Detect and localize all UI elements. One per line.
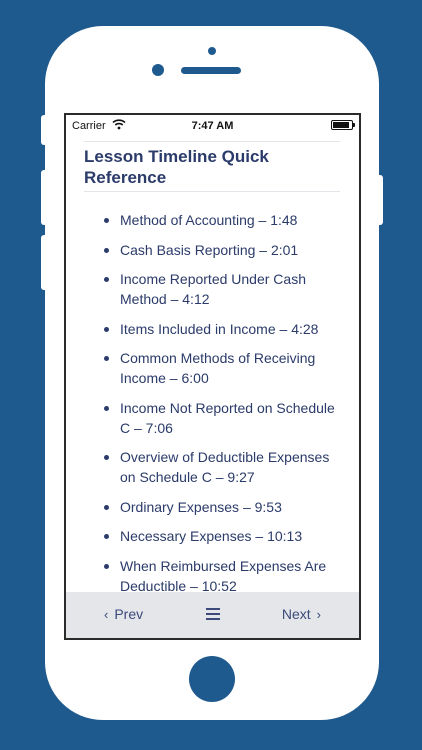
timeline-item-label: Overview of Deductible Expenses on Sched… [120, 449, 330, 485]
timeline-item-label: Method of Accounting – 1:48 [120, 212, 298, 228]
status-bar: Carrier 7:47 AM [66, 115, 359, 137]
battery-level [333, 122, 350, 128]
prev-button[interactable]: ‹ Prev [98, 606, 143, 622]
timeline-item-label: Income Not Reported on Schedule C – 7:06 [120, 399, 335, 436]
bullet-icon [104, 247, 109, 253]
hamburger-menu-icon[interactable] [206, 608, 220, 620]
timeline-item-label: Items Included in Income – 4:28 [120, 320, 319, 337]
bullet-icon [104, 218, 109, 223]
sensor-icon [208, 47, 216, 55]
timeline-item: Ordinary Expenses – 9:53 [66, 497, 359, 517]
timeline-item-label: Ordinary Expenses – 9:53 [120, 498, 282, 515]
page-title: Lesson Timeline Quick Reference [84, 147, 269, 187]
timeline-item: Method of Accounting – 1:48 [66, 210, 359, 230]
timeline-item-label: Necessary Expenses – 10:13 [120, 528, 303, 544]
chevron-right-icon: › [316, 607, 321, 622]
bullet-icon [104, 504, 109, 510]
phone-screen: Carrier 7:47 AM Lesson Timeline Quick Re… [64, 113, 361, 640]
timeline-item-label: Common Methods of Receiving Income – 6:0… [120, 350, 316, 386]
camera-icon [152, 64, 164, 76]
bullet-icon [104, 405, 109, 411]
timeline-item-label: Income Reported Under Cash Method – 4:12 [120, 271, 306, 307]
timeline-item-label: Cash Basis Reporting – 2:01 [120, 241, 299, 258]
home-button[interactable] [189, 656, 235, 702]
timeline-item: Cash Basis Reporting – 2:01 [66, 240, 359, 260]
prev-label: Prev [114, 606, 144, 622]
bullet-icon [104, 534, 109, 539]
header-divider-bottom [84, 191, 340, 192]
bullet-icon [104, 563, 109, 569]
timeline-item: Common Methods of Receiving Income – 6:0… [66, 348, 359, 388]
bottom-toolbar: ‹ Prev Next › [66, 592, 359, 638]
status-time: 7:47 AM [191, 120, 234, 132]
bullet-icon [104, 277, 109, 282]
timeline-item-label: When Reimbursed Expenses Are Deductible … [120, 557, 327, 594]
chevron-left-icon: ‹ [104, 607, 109, 622]
bullet-icon [104, 455, 109, 460]
next-label: Next [281, 606, 311, 622]
battery-icon [331, 120, 355, 130]
timeline-item: Items Included in Income – 4:28 [66, 319, 359, 339]
timeline-item: Income Reported Under Cash Method – 4:12 [66, 269, 359, 309]
timeline-item: Overview of Deductible Expenses on Sched… [66, 447, 359, 487]
bullet-icon [104, 326, 109, 332]
timeline-list: Method of Accounting – 1:48 Cash Basis Re… [66, 210, 359, 605]
timeline-item: Necessary Expenses – 10:13 [66, 526, 359, 546]
timeline-item: When Reimbursed Expenses Are Deductible … [66, 556, 359, 596]
bullet-icon [104, 356, 109, 361]
next-button[interactable]: Next › [282, 606, 327, 622]
timeline-item: Income Not Reported on Schedule C – 7:06 [66, 398, 359, 438]
header-divider-top [84, 141, 340, 142]
speaker-grille [181, 67, 241, 74]
